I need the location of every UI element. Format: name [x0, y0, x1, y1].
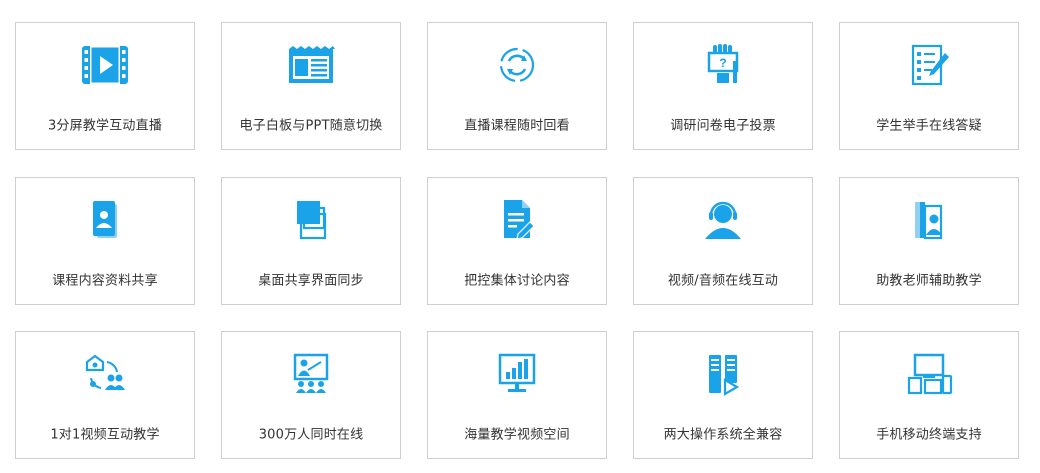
server-play-icon	[695, 352, 751, 396]
screen-share-icon	[283, 198, 339, 242]
feature-label: 两大操作系统全兼容	[663, 427, 783, 443]
feature-card-raise-hand[interactable]: 学生举手在线答疑	[839, 22, 1019, 150]
feature-grid: 3分屏教学互动直播 电子白板与PPT随意切换 直播课程随时回看 ? 调研问卷电子…	[0, 0, 1040, 473]
checklist-icon	[901, 43, 957, 87]
feature-card-mobile-support[interactable]: 手机移动终端支持	[839, 331, 1019, 459]
monitor-chart-icon	[489, 352, 545, 396]
feature-label: 课程内容资料共享	[52, 273, 158, 289]
feature-label: 桌面共享界面同步	[258, 273, 364, 289]
feature-label: 300万人同时在线	[258, 427, 364, 443]
video-play-icon	[77, 43, 133, 87]
feature-label: 手机移动终端支持	[876, 427, 982, 443]
feature-card-content-share[interactable]: 课程内容资料共享	[15, 177, 195, 305]
vote-icon: ?	[695, 43, 751, 87]
whiteboard-icon	[283, 43, 339, 87]
feature-card-one-on-one[interactable]: 1对1视频互动教学	[15, 331, 195, 459]
feature-card-survey-vote[interactable]: ? 调研问卷电子投票	[633, 22, 813, 150]
feature-card-av-interaction[interactable]: 视频/音频在线互动	[633, 177, 813, 305]
feature-label: 学生举手在线答疑	[876, 118, 982, 134]
feature-label: 直播课程随时回看	[464, 118, 570, 134]
one-on-one-icon	[77, 352, 133, 396]
classroom-icon	[283, 352, 339, 396]
svg-text:?: ?	[719, 56, 726, 70]
feature-label: 助教老师辅助教学	[876, 273, 982, 289]
feature-label: 海量教学视频空间	[464, 427, 570, 443]
devices-icon	[901, 352, 957, 396]
feature-label: 把控集体讨论内容	[464, 273, 570, 289]
feature-label: 调研问卷电子投票	[670, 118, 776, 134]
feature-card-whiteboard[interactable]: 电子白板与PPT随意切换	[221, 22, 401, 150]
feature-card-assistant-teacher[interactable]: 助教老师辅助教学	[839, 177, 1019, 305]
assistant-teacher-icon	[901, 198, 957, 242]
replay-icon	[489, 43, 545, 87]
feature-label: 视频/音频在线互动	[667, 273, 779, 289]
feature-card-video-storage[interactable]: 海量教学视频空间	[427, 331, 607, 459]
document-edit-icon	[489, 198, 545, 242]
feature-card-replay[interactable]: 直播课程随时回看	[427, 22, 607, 150]
feature-label: 电子白板与PPT随意切换	[239, 118, 383, 134]
feature-label: 3分屏教学互动直播	[47, 118, 163, 134]
headset-user-icon	[695, 198, 751, 242]
feature-card-live-teaching[interactable]: 3分屏教学互动直播	[15, 22, 195, 150]
feature-card-os-compat[interactable]: 两大操作系统全兼容	[633, 331, 813, 459]
feature-card-desktop-share[interactable]: 桌面共享界面同步	[221, 177, 401, 305]
feature-card-discussion-control[interactable]: 把控集体讨论内容	[427, 177, 607, 305]
feature-card-concurrent-users[interactable]: 300万人同时在线	[221, 331, 401, 459]
contact-card-icon	[77, 198, 133, 242]
feature-label: 1对1视频互动教学	[50, 427, 160, 443]
